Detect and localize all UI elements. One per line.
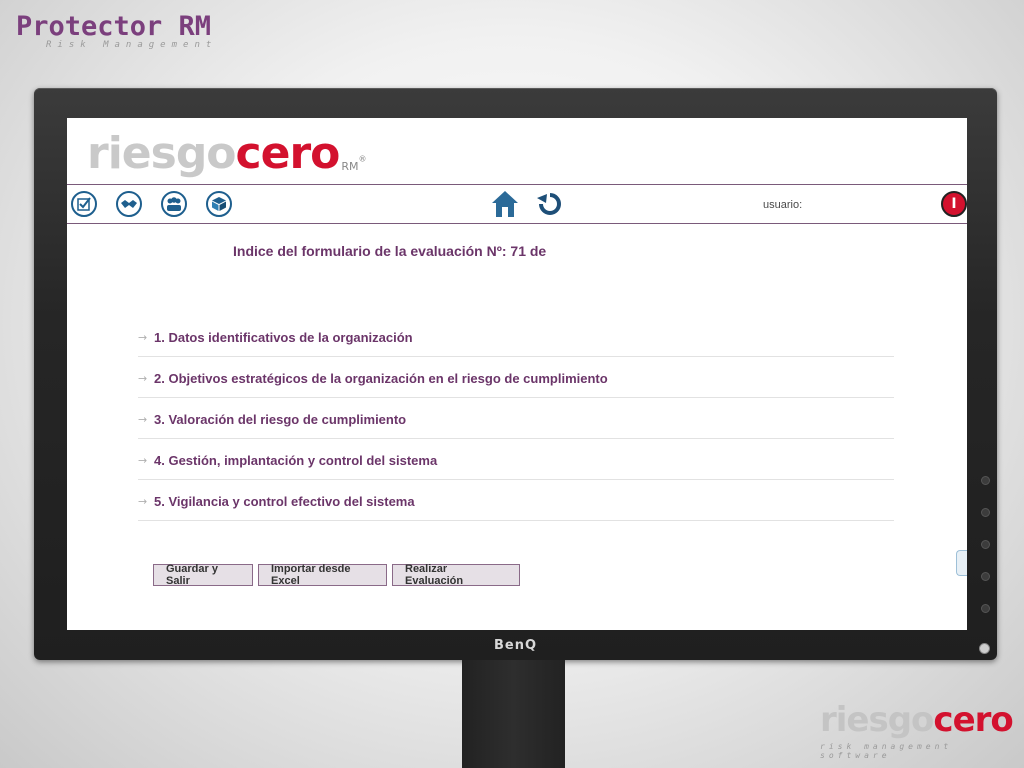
evaluate-button[interactable]: Realizar Evaluación — [392, 563, 520, 587]
app-logo: riesgocero RM® — [87, 128, 367, 179]
box-icon[interactable] — [206, 191, 232, 217]
arrow-right-icon: → — [138, 330, 148, 344]
product-subtitle: Risk Management — [46, 40, 218, 50]
section-link-2[interactable]: → 2. Objetivos estratégicos de la organi… — [138, 357, 894, 398]
monitor: riesgocero RM® usuario: I Indice del for… — [34, 88, 997, 660]
monitor-button — [981, 540, 990, 549]
action-buttons: Guardar y Salir Importar desde Excel Rea… — [153, 563, 520, 587]
monitor-button — [981, 572, 990, 581]
page-title: Indice del formulario de la evaluación N… — [233, 243, 547, 259]
footer-brand: riesgocero risk management software — [820, 702, 1024, 760]
monitor-button — [981, 476, 990, 485]
product-brand: Protector RM Risk Management — [16, 11, 218, 51]
section-label[interactable]: 2. Objetivos estratégicos de la organiza… — [154, 371, 608, 386]
product-title: Protector RM — [16, 11, 212, 42]
footer-brand-part1: riesgo — [820, 700, 934, 740]
app-logo-part1: riesgo — [87, 128, 237, 179]
section-link-1[interactable]: → 1. Datos identificativos de la organiz… — [138, 316, 894, 357]
monitor-brand-label: BenQ — [493, 638, 538, 653]
sections-list: → 1. Datos identificativos de la organiz… — [138, 316, 894, 521]
section-label[interactable]: 1. Datos identificativos de la organizac… — [154, 330, 413, 345]
logout-button[interactable]: I — [941, 191, 967, 217]
section-link-3[interactable]: → 3. Valoración del riesgo de cumplimien… — [138, 398, 894, 439]
monitor-button — [981, 508, 990, 517]
monitor-stand — [462, 660, 565, 768]
handshake-icon[interactable] — [116, 191, 142, 217]
users-icon[interactable] — [161, 191, 187, 217]
side-tab-widget[interactable] — [956, 550, 967, 576]
app-logo-rm: RM — [341, 160, 359, 173]
checklist-icon[interactable] — [71, 191, 97, 217]
refresh-icon[interactable] — [536, 190, 564, 218]
arrow-right-icon: → — [138, 412, 148, 426]
section-label[interactable]: 5. Vigilancia y control efectivo del sis… — [154, 494, 415, 509]
user-label: usuario: — [763, 199, 803, 211]
power-button-icon — [979, 643, 990, 654]
save-exit-button[interactable]: Guardar y Salir — [153, 563, 253, 587]
import-excel-button[interactable]: Importar desde Excel — [258, 563, 387, 587]
section-link-5[interactable]: → 5. Vigilancia y control efectivo del s… — [138, 480, 894, 521]
app-logo-part2: cero — [235, 128, 341, 179]
section-label[interactable]: 3. Valoración del riesgo de cumplimiento — [154, 412, 406, 427]
app-screen: riesgocero RM® usuario: I Indice del for… — [67, 118, 967, 630]
app-logo-reg: ® — [358, 154, 367, 164]
arrow-right-icon: → — [138, 494, 148, 508]
monitor-side-buttons — [981, 476, 991, 636]
toolbar: usuario: I — [67, 184, 967, 224]
monitor-button — [981, 604, 990, 613]
footer-brand-part2: cero — [933, 700, 1013, 740]
arrow-right-icon: → — [138, 453, 148, 467]
footer-brand-subtitle: risk management software — [820, 742, 953, 760]
home-icon[interactable] — [491, 189, 519, 219]
footer-brand-logo: riesgocero — [820, 702, 1024, 738]
section-link-4[interactable]: → 4. Gestión, implantación y control del… — [138, 439, 894, 480]
arrow-right-icon: → — [138, 371, 148, 385]
section-label[interactable]: 4. Gestión, implantación y control del s… — [154, 453, 437, 468]
